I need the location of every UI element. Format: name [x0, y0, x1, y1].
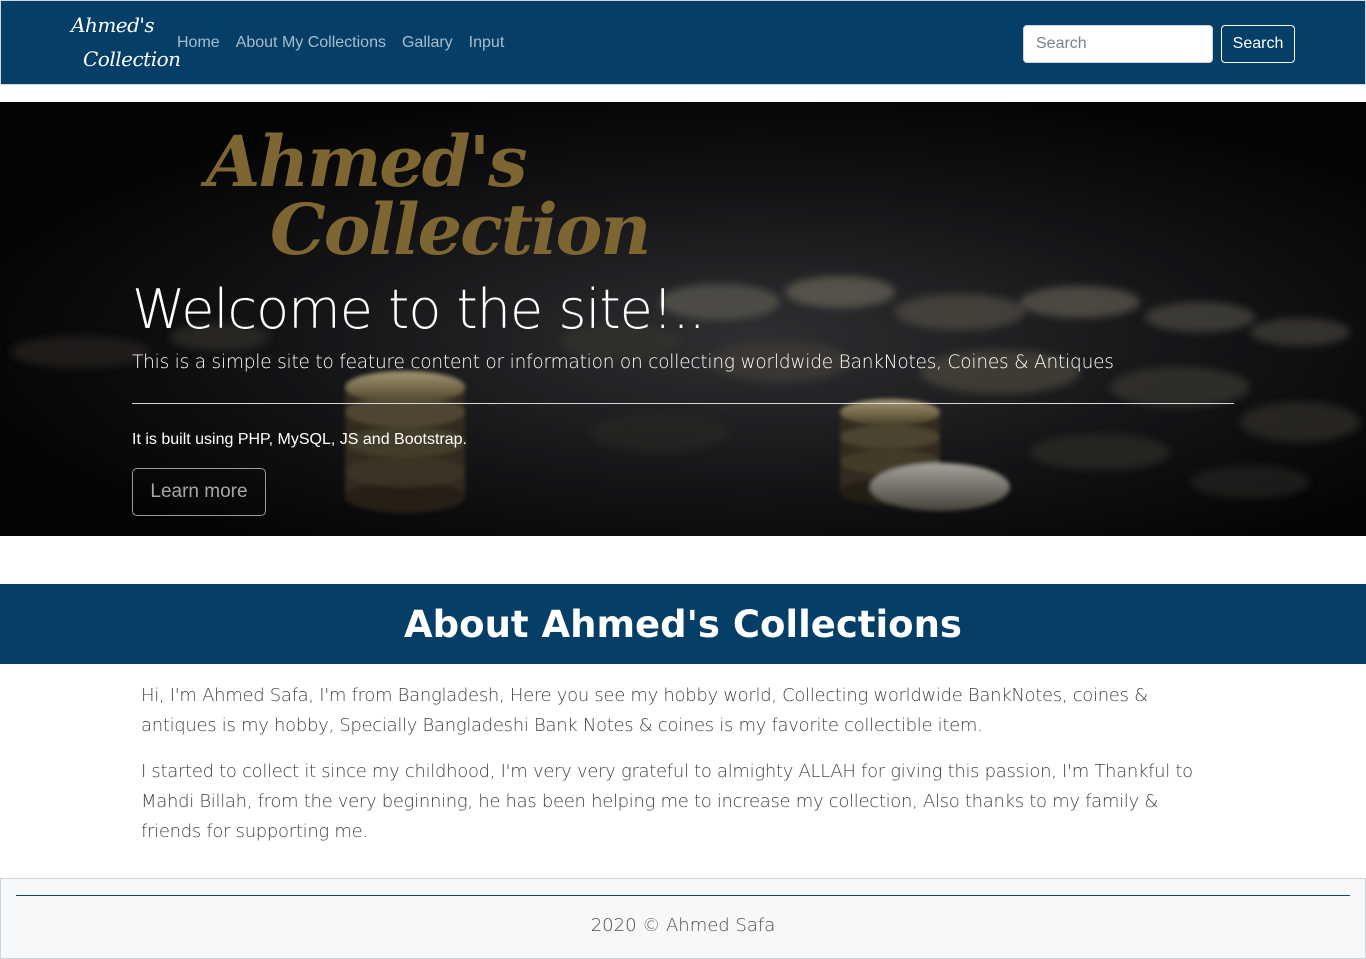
- search-input[interactable]: [1023, 25, 1213, 63]
- about-paragraph: I started to collect it since my childho…: [141, 761, 1193, 842]
- nav-link-home[interactable]: Home: [169, 34, 228, 52]
- hero-logo-line-2: Collection: [270, 188, 651, 271]
- brand-logo[interactable]: Ahmed's Collection: [71, 13, 181, 77]
- hero-divider: [132, 403, 1234, 404]
- footer-copyright: 2020 © Ahmed Safa: [590, 915, 776, 936]
- about-paragraph: Hi, I'm Ahmed Safa, I'm from Bangladesh,…: [141, 685, 1148, 736]
- navbar: Ahmed's Collection Home About My Collect…: [0, 0, 1366, 85]
- hero-lead: This is a simple site to feature content…: [132, 352, 1114, 373]
- search-button[interactable]: Search: [1221, 25, 1295, 63]
- brand-line-1: Ahmed's: [71, 13, 155, 37]
- hero-built-with: It is built using PHP, MySQL, JS and Boo…: [132, 431, 467, 448]
- nav-links: Home About My Collections Gallary Input: [169, 34, 512, 52]
- footer-divider: [16, 895, 1350, 896]
- hero-jumbotron: Ahmed's Collection Welcome to the site!.…: [0, 102, 1366, 536]
- nav-link-gallery[interactable]: Gallary: [394, 34, 461, 52]
- hero-title: Welcome to the site!..: [132, 278, 706, 341]
- about-title: About Ahmed's Collections: [404, 603, 962, 646]
- learn-more-button[interactable]: Learn more: [132, 468, 266, 516]
- brand-line-2: Collection: [83, 47, 181, 71]
- nav-link-input[interactable]: Input: [461, 34, 513, 52]
- about-body: Hi, I'm Ahmed Safa, I'm from Bangladesh,…: [141, 681, 1216, 863]
- footer: 2020 © Ahmed Safa: [0, 878, 1366, 959]
- nav-link-about[interactable]: About My Collections: [228, 34, 394, 52]
- about-header: About Ahmed's Collections: [0, 584, 1366, 664]
